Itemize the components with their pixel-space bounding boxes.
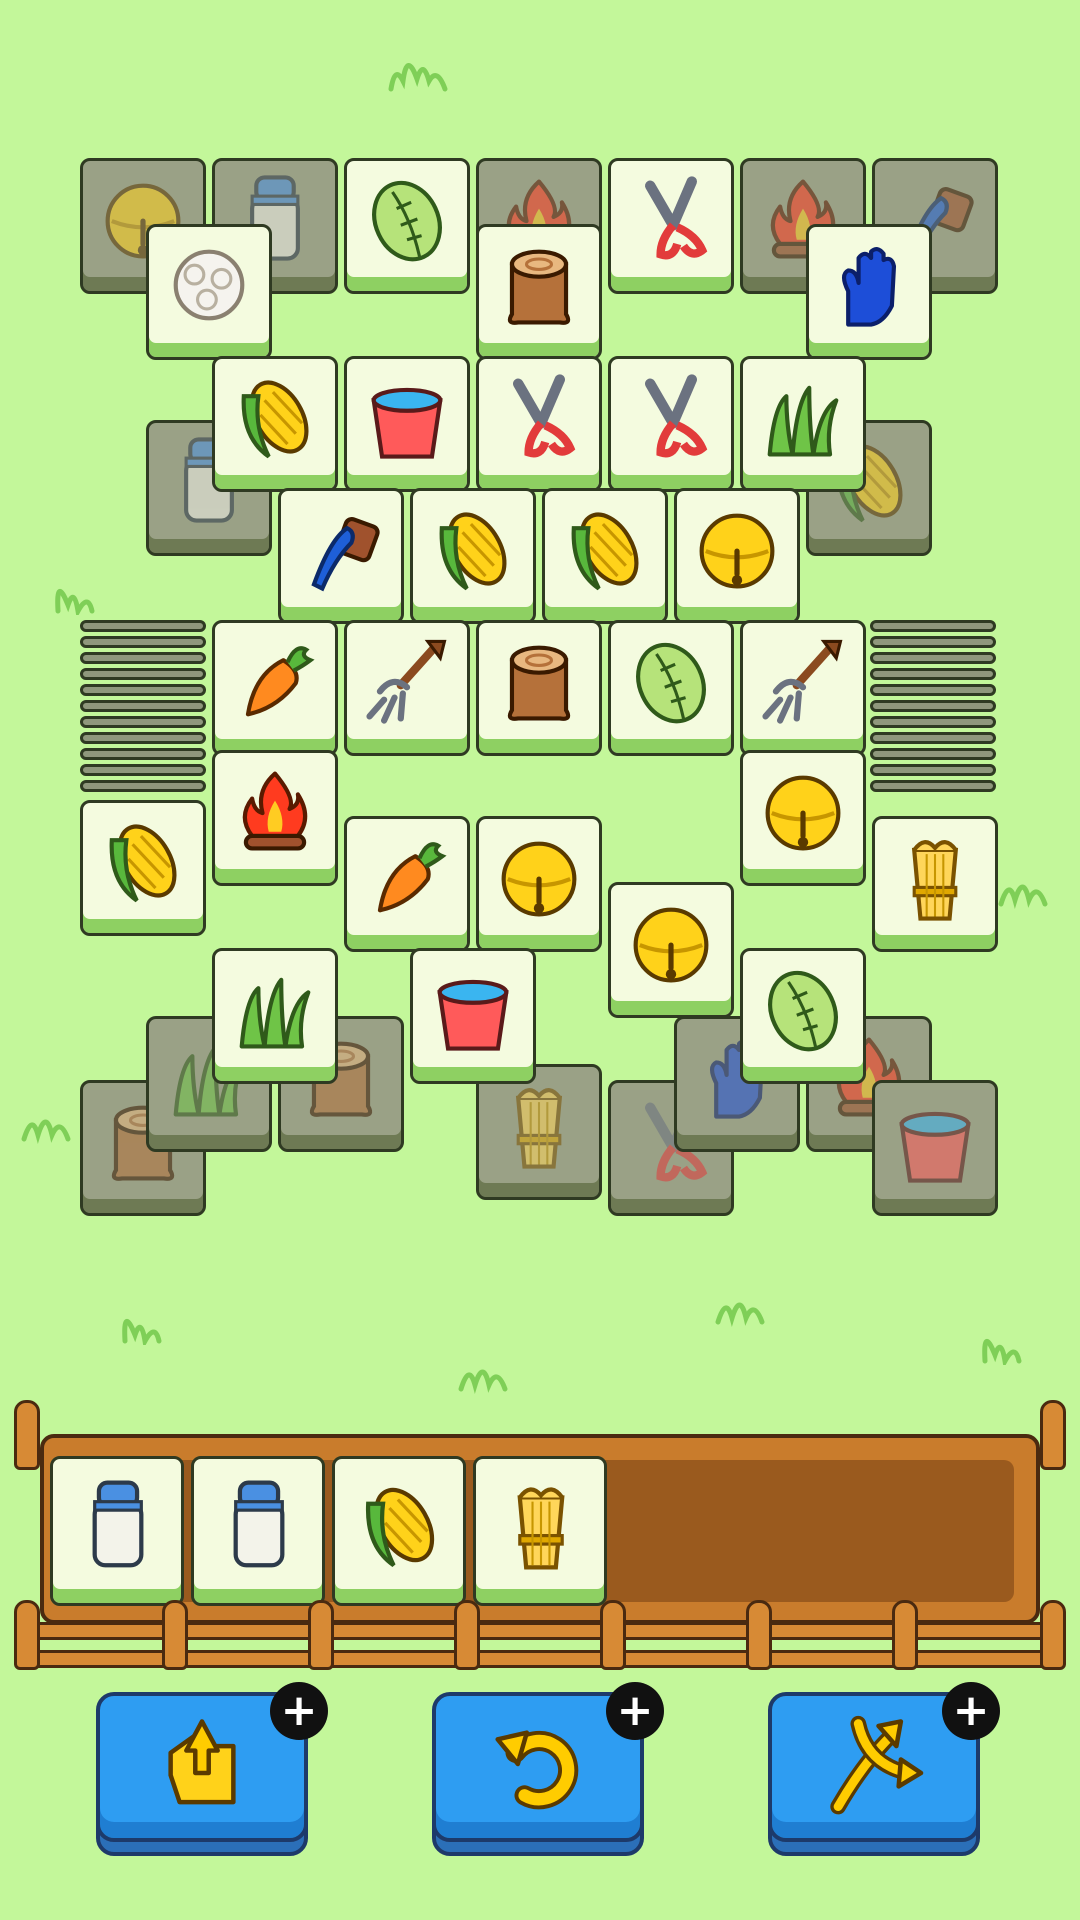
tile-bell[interactable] (608, 882, 734, 1018)
grass-tuft-icon (715, 1302, 765, 1327)
tile-stump[interactable] (476, 224, 602, 360)
wheat-icon (515, 1088, 563, 1169)
tile-wool[interactable] (146, 224, 272, 360)
fence-post (454, 1600, 480, 1670)
tile-bucket[interactable] (344, 356, 470, 492)
tile-pitchfork[interactable] (344, 620, 470, 756)
wheat-icon (911, 840, 959, 921)
grass-tuft-icon (458, 1369, 508, 1394)
tile-wheat (476, 1064, 602, 1200)
carrot-icon (377, 842, 447, 913)
tile-carrot[interactable] (212, 620, 338, 756)
bell-icon (765, 775, 841, 851)
undo-icon (495, 1730, 579, 1810)
fire-icon (242, 771, 308, 851)
grass-icon (239, 977, 311, 1049)
grass-tuft-icon (55, 589, 95, 615)
milk-icon (92, 1480, 144, 1568)
fence-post (746, 1600, 772, 1670)
brush-icon (311, 517, 380, 592)
return-icon (168, 1719, 236, 1805)
glove-icon (841, 247, 897, 327)
bucket-icon (437, 979, 509, 1051)
tile-bucket[interactable] (410, 948, 536, 1084)
corn-icon (109, 824, 177, 903)
tile-stump[interactable] (476, 620, 602, 756)
tray-slot-milk (50, 1456, 184, 1606)
tile-pitchfork[interactable] (740, 620, 866, 756)
shears-icon (645, 374, 708, 458)
wool-icon (173, 249, 245, 321)
shuffle-booster-button[interactable]: + (768, 1682, 1000, 1856)
milk-icon (233, 1480, 285, 1568)
tile-shears[interactable] (476, 356, 602, 492)
corn-icon (241, 380, 309, 459)
fence-post (308, 1600, 334, 1670)
tile-bell[interactable] (740, 750, 866, 886)
fence-post (14, 1400, 40, 1470)
grass-tuft-icon (122, 1319, 162, 1345)
bell-icon (633, 907, 709, 983)
tile-corn[interactable] (542, 488, 668, 624)
stump-icon (507, 645, 571, 721)
add-booster-icon[interactable]: + (270, 1682, 328, 1740)
add-booster-icon[interactable]: + (606, 1682, 664, 1740)
game-board (0, 0, 1080, 1394)
return-booster-button[interactable]: + (96, 1682, 328, 1856)
bucket-icon (899, 1111, 971, 1183)
tile-wheat[interactable] (872, 816, 998, 952)
corn-icon (439, 512, 507, 591)
shears-icon (645, 176, 708, 260)
tray-slot-corn (332, 1456, 466, 1606)
tile-carrot[interactable] (344, 816, 470, 952)
tile-brush[interactable] (278, 488, 404, 624)
fence-post (600, 1600, 626, 1670)
tile-corn[interactable] (410, 488, 536, 624)
tile-shears[interactable] (608, 356, 734, 492)
carrot-icon (245, 646, 315, 717)
grass-tuft-icon (388, 63, 448, 92)
bell-icon (501, 841, 577, 917)
cabbage-icon (372, 180, 442, 262)
tile-grass[interactable] (740, 356, 866, 492)
tile-shears[interactable] (608, 158, 734, 294)
shears-icon (513, 374, 576, 458)
tile-cabbage[interactable] (740, 948, 866, 1084)
bucket-icon (371, 387, 443, 459)
grass-tuft-icon (998, 884, 1048, 909)
tray-slot-wheat (473, 1456, 607, 1606)
tile-corn[interactable] (80, 800, 206, 936)
grass-tuft-icon (982, 1339, 1022, 1365)
fence-post (1040, 1600, 1066, 1670)
wheat-icon (517, 1487, 565, 1570)
pitchfork-icon (762, 639, 843, 724)
bell-icon (699, 513, 775, 589)
tile-cabbage[interactable] (608, 620, 734, 756)
tile-bell[interactable] (674, 488, 800, 624)
tile-bell[interactable] (476, 816, 602, 952)
tile-fire[interactable] (212, 750, 338, 886)
shuffle-icon (830, 1715, 924, 1815)
add-booster-icon[interactable]: + (942, 1682, 1000, 1740)
undo-booster-button[interactable]: + (432, 1682, 664, 1856)
corn-icon (365, 1487, 435, 1568)
corn-icon (571, 512, 639, 591)
stump-icon (507, 249, 571, 325)
tile-tray (14, 1400, 1066, 1680)
cabbage-icon (636, 642, 706, 724)
fence-post (892, 1600, 918, 1670)
fence-post (1040, 1400, 1066, 1470)
grass-icon (767, 385, 839, 457)
tile-bucket (872, 1080, 998, 1216)
tile-grass[interactable] (212, 948, 338, 1084)
fence-post (162, 1600, 188, 1670)
tile-cabbage[interactable] (344, 158, 470, 294)
fence-post (14, 1600, 40, 1670)
tray-slot-milk (191, 1456, 325, 1606)
tile-glove[interactable] (806, 224, 932, 360)
tile-corn[interactable] (212, 356, 338, 492)
cabbage-icon (768, 970, 838, 1052)
pitchfork-icon (366, 639, 447, 724)
